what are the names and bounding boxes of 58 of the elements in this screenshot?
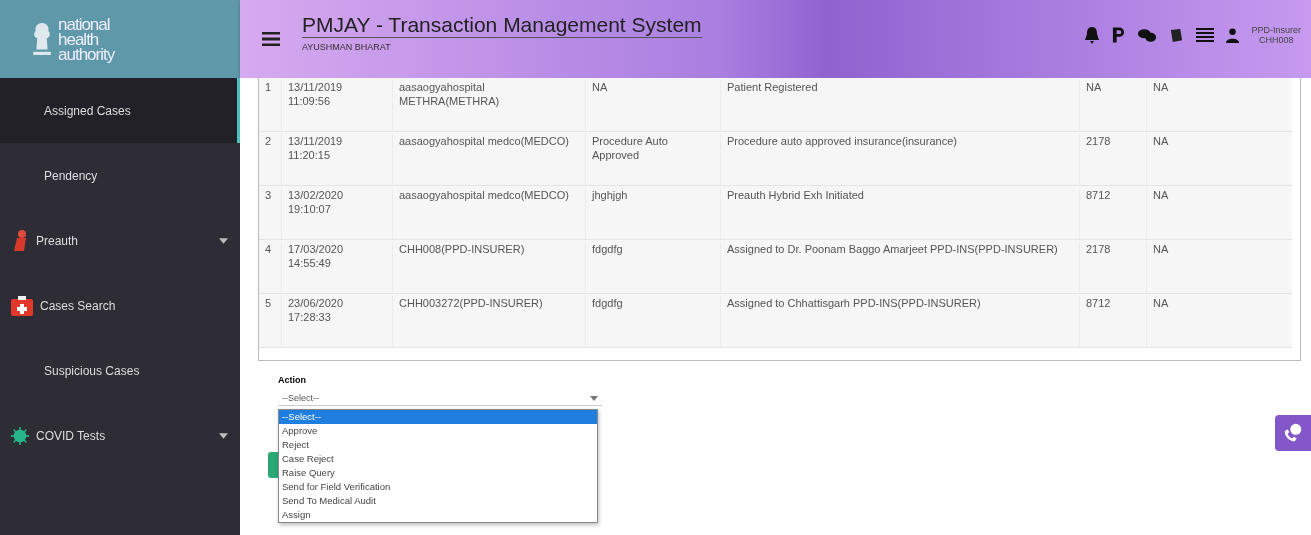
table-cell: Patient Registered [721,80,1080,131]
table-cell: jhghjgh [586,188,721,239]
table-cell: 2 [259,134,282,185]
table-cell: Assigned to Dr. Poonam Baggo Amarjeet PPD-INS(PPD-INSURER) [721,242,1080,293]
dropdown-option[interactable]: Approve [279,424,597,438]
table-cell: Procedure auto approved insurance(insurance) [721,134,1080,185]
table-cell: NA [586,80,721,131]
dropdown-option[interactable]: Assign [279,508,597,522]
table-cell: 8712 [1080,296,1147,347]
sidebar-item[interactable]: COVID Tests [0,403,240,468]
table-cell: aasaogyahospital METHRA(METHRA) [393,80,586,131]
dropdown-option[interactable]: --Select-- [279,410,597,424]
table-cell: 17/03/2020 14:55:49 [282,242,393,293]
sidebar-item[interactable]: Cases Search [0,273,240,338]
dropdown-option[interactable]: Raise Query [279,466,597,480]
dropdown-option[interactable]: Case Reject [279,452,597,466]
table-cell: fdgdfg [586,242,721,293]
action-select[interactable]: --Select-- [278,391,602,406]
table-cell: 4 [259,242,282,293]
table-cell: 2178 [1080,134,1147,185]
logo-text: authority [58,46,115,62]
table-cell: 13/11/2019 11:09:56 [282,80,393,131]
table-cell: 3 [259,188,282,239]
table-cell: aasaogyahospital medco(MEDCO) [393,134,586,185]
table-cell: 2178 [1080,242,1147,293]
sidebar-item[interactable]: Suspicious Cases [0,338,240,403]
dropdown-option[interactable]: Send for Field Verification [279,480,597,494]
table-cell: 5 [259,296,282,347]
sidebar-item[interactable]: Assigned Cases [0,78,240,143]
table-cell: CHH003272(PPD-INSURER) [393,296,586,347]
table-cell: fdgdfg [586,296,721,347]
table-cell-text: NA [1152,296,1170,311]
user-code: CHH008 [1259,35,1294,45]
dropdown-option[interactable]: Reject [279,438,597,452]
logo-text: national [58,16,111,32]
table-cell: 8712 [1080,188,1147,239]
table-cell-text: NA [1152,134,1170,149]
user-role: PPD-Insurer [1251,25,1301,35]
table-cell: NA [1080,80,1147,131]
logo-text: health [58,31,99,47]
table-cell: Preauth Hybrid Exh Initiated [721,188,1080,239]
sidebar-item[interactable]: Preauth [0,208,240,273]
action-label: Action [278,375,307,385]
table-cell: Procedure Auto Approved [586,134,721,185]
table-cell: aasaogyahospital medco(MEDCO) [393,188,586,239]
dropdown-option[interactable]: Send To Medical Audit [279,494,597,508]
table-cell: Assigned to Chhattisgarh PPD-INS(PPD-INSURER) [721,296,1080,347]
table-cell: 13/02/2020 19:10:07 [282,188,393,239]
table-cell: 23/06/2020 17:28:33 [282,296,393,347]
sidebar-item[interactable]: Pendency [0,143,240,208]
table-cell: 1 [259,80,282,131]
table-cell-text: NA [1152,80,1170,95]
table-cell-text: NA [1152,242,1170,257]
table-cell: 13/11/2019 11:20:15 [282,134,393,185]
table-cell: CHH008(PPD-INSURER) [393,242,586,293]
app-subtitle: AYUSHMAN BHARAT [302,41,392,52]
app-title: PMJAY - Transaction Management System [302,12,702,38]
table-cell-text: NA [1152,188,1170,203]
